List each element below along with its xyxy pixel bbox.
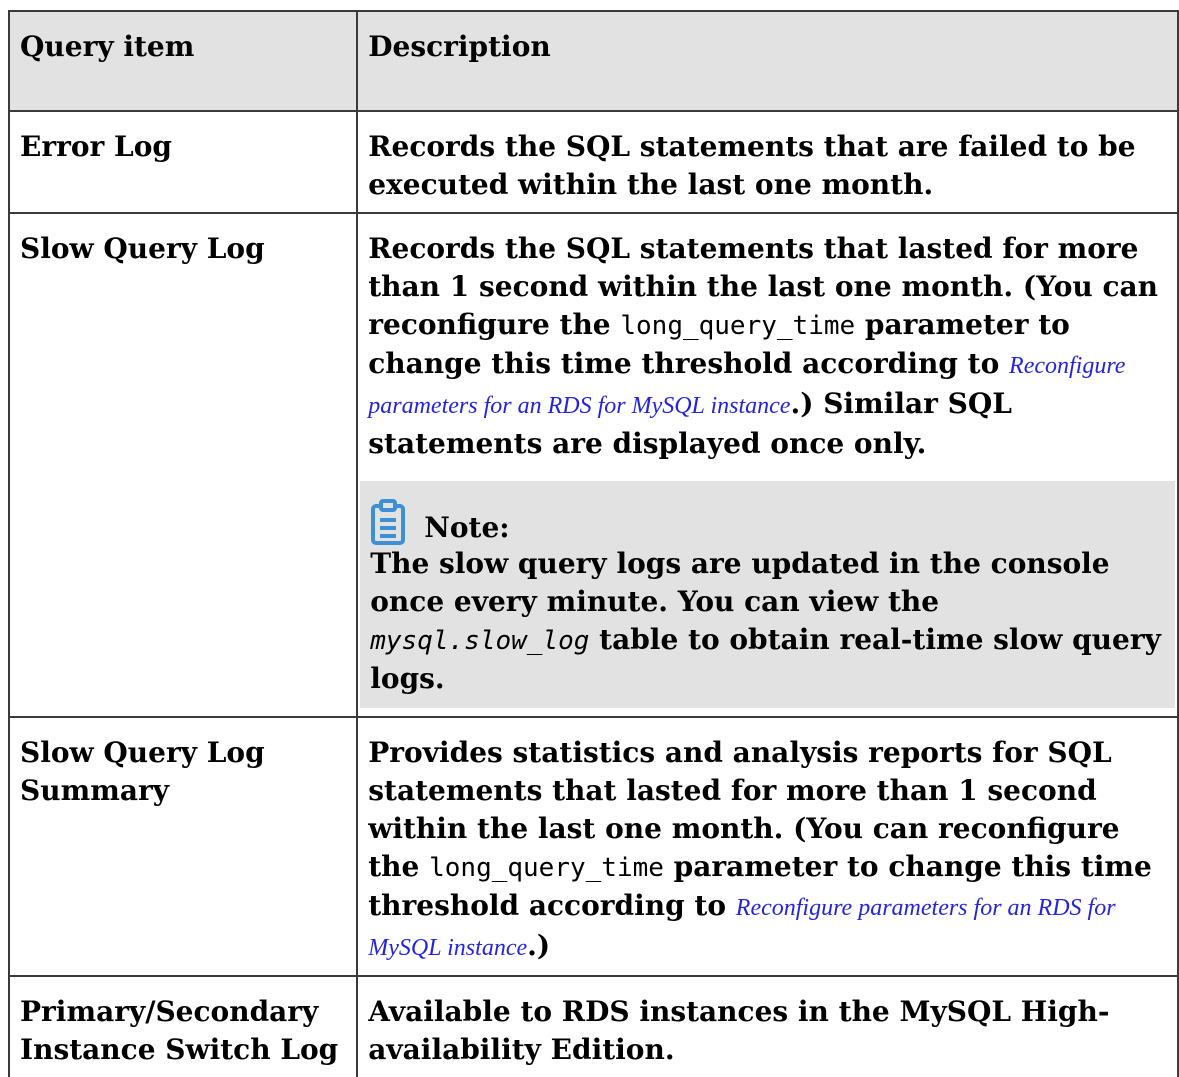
description-cell: Provides statistics and analysis reports…	[356, 716, 1179, 977]
table-row: Primary/Secondary Instance Switch Log Av…	[7, 975, 1179, 1077]
header-description: Description	[356, 10, 1179, 112]
note-header: Note:	[370, 493, 1167, 545]
note-text: The slow query logs are updated in the c…	[370, 545, 1167, 698]
query-item-cell: Primary/Secondary Instance Switch Log	[7, 975, 359, 1077]
table-row: Error Log Records the SQL statements tha…	[7, 110, 1179, 214]
description-text: Available to RDS instances in the MySQL …	[368, 995, 1110, 1066]
table-row: Slow Query Log Records the SQL statement…	[7, 212, 1179, 718]
description-text: Provides statistics and analysis reports…	[368, 734, 1167, 967]
description-text: Records the SQL statements that are fail…	[368, 130, 1136, 201]
description-cell: Available to RDS instances in the MySQL …	[356, 975, 1179, 1077]
clipboard-note-icon	[371, 499, 406, 545]
description-cell: Records the SQL statements that lasted f…	[356, 212, 1179, 718]
description-cell: Records the SQL statements that are fail…	[356, 110, 1179, 214]
parameter-code: long_query_time	[620, 311, 856, 341]
note-text-part: The slow query logs are updated in the c…	[370, 547, 1110, 618]
query-item-cell: Slow Query Log Summary	[7, 716, 359, 977]
note-title: Note:	[424, 511, 510, 544]
header-query-item: Query item	[7, 10, 359, 112]
description-text: Records the SQL statements that lasted f…	[368, 230, 1167, 463]
table-name-code: mysql.slow_log	[370, 626, 590, 656]
query-item-cell: Error Log	[7, 110, 359, 214]
table-row: Slow Query Log Summary Provides statisti…	[7, 716, 1179, 977]
query-items-table: Query item Description Error Log Records…	[7, 10, 1179, 1077]
query-item-cell: Slow Query Log	[7, 212, 359, 718]
description-text-part: .)	[527, 929, 551, 962]
table-header-row: Query item Description	[7, 10, 1179, 112]
parameter-code: long_query_time	[429, 853, 664, 883]
note-box: Note: The slow query logs are updated in…	[360, 481, 1175, 708]
